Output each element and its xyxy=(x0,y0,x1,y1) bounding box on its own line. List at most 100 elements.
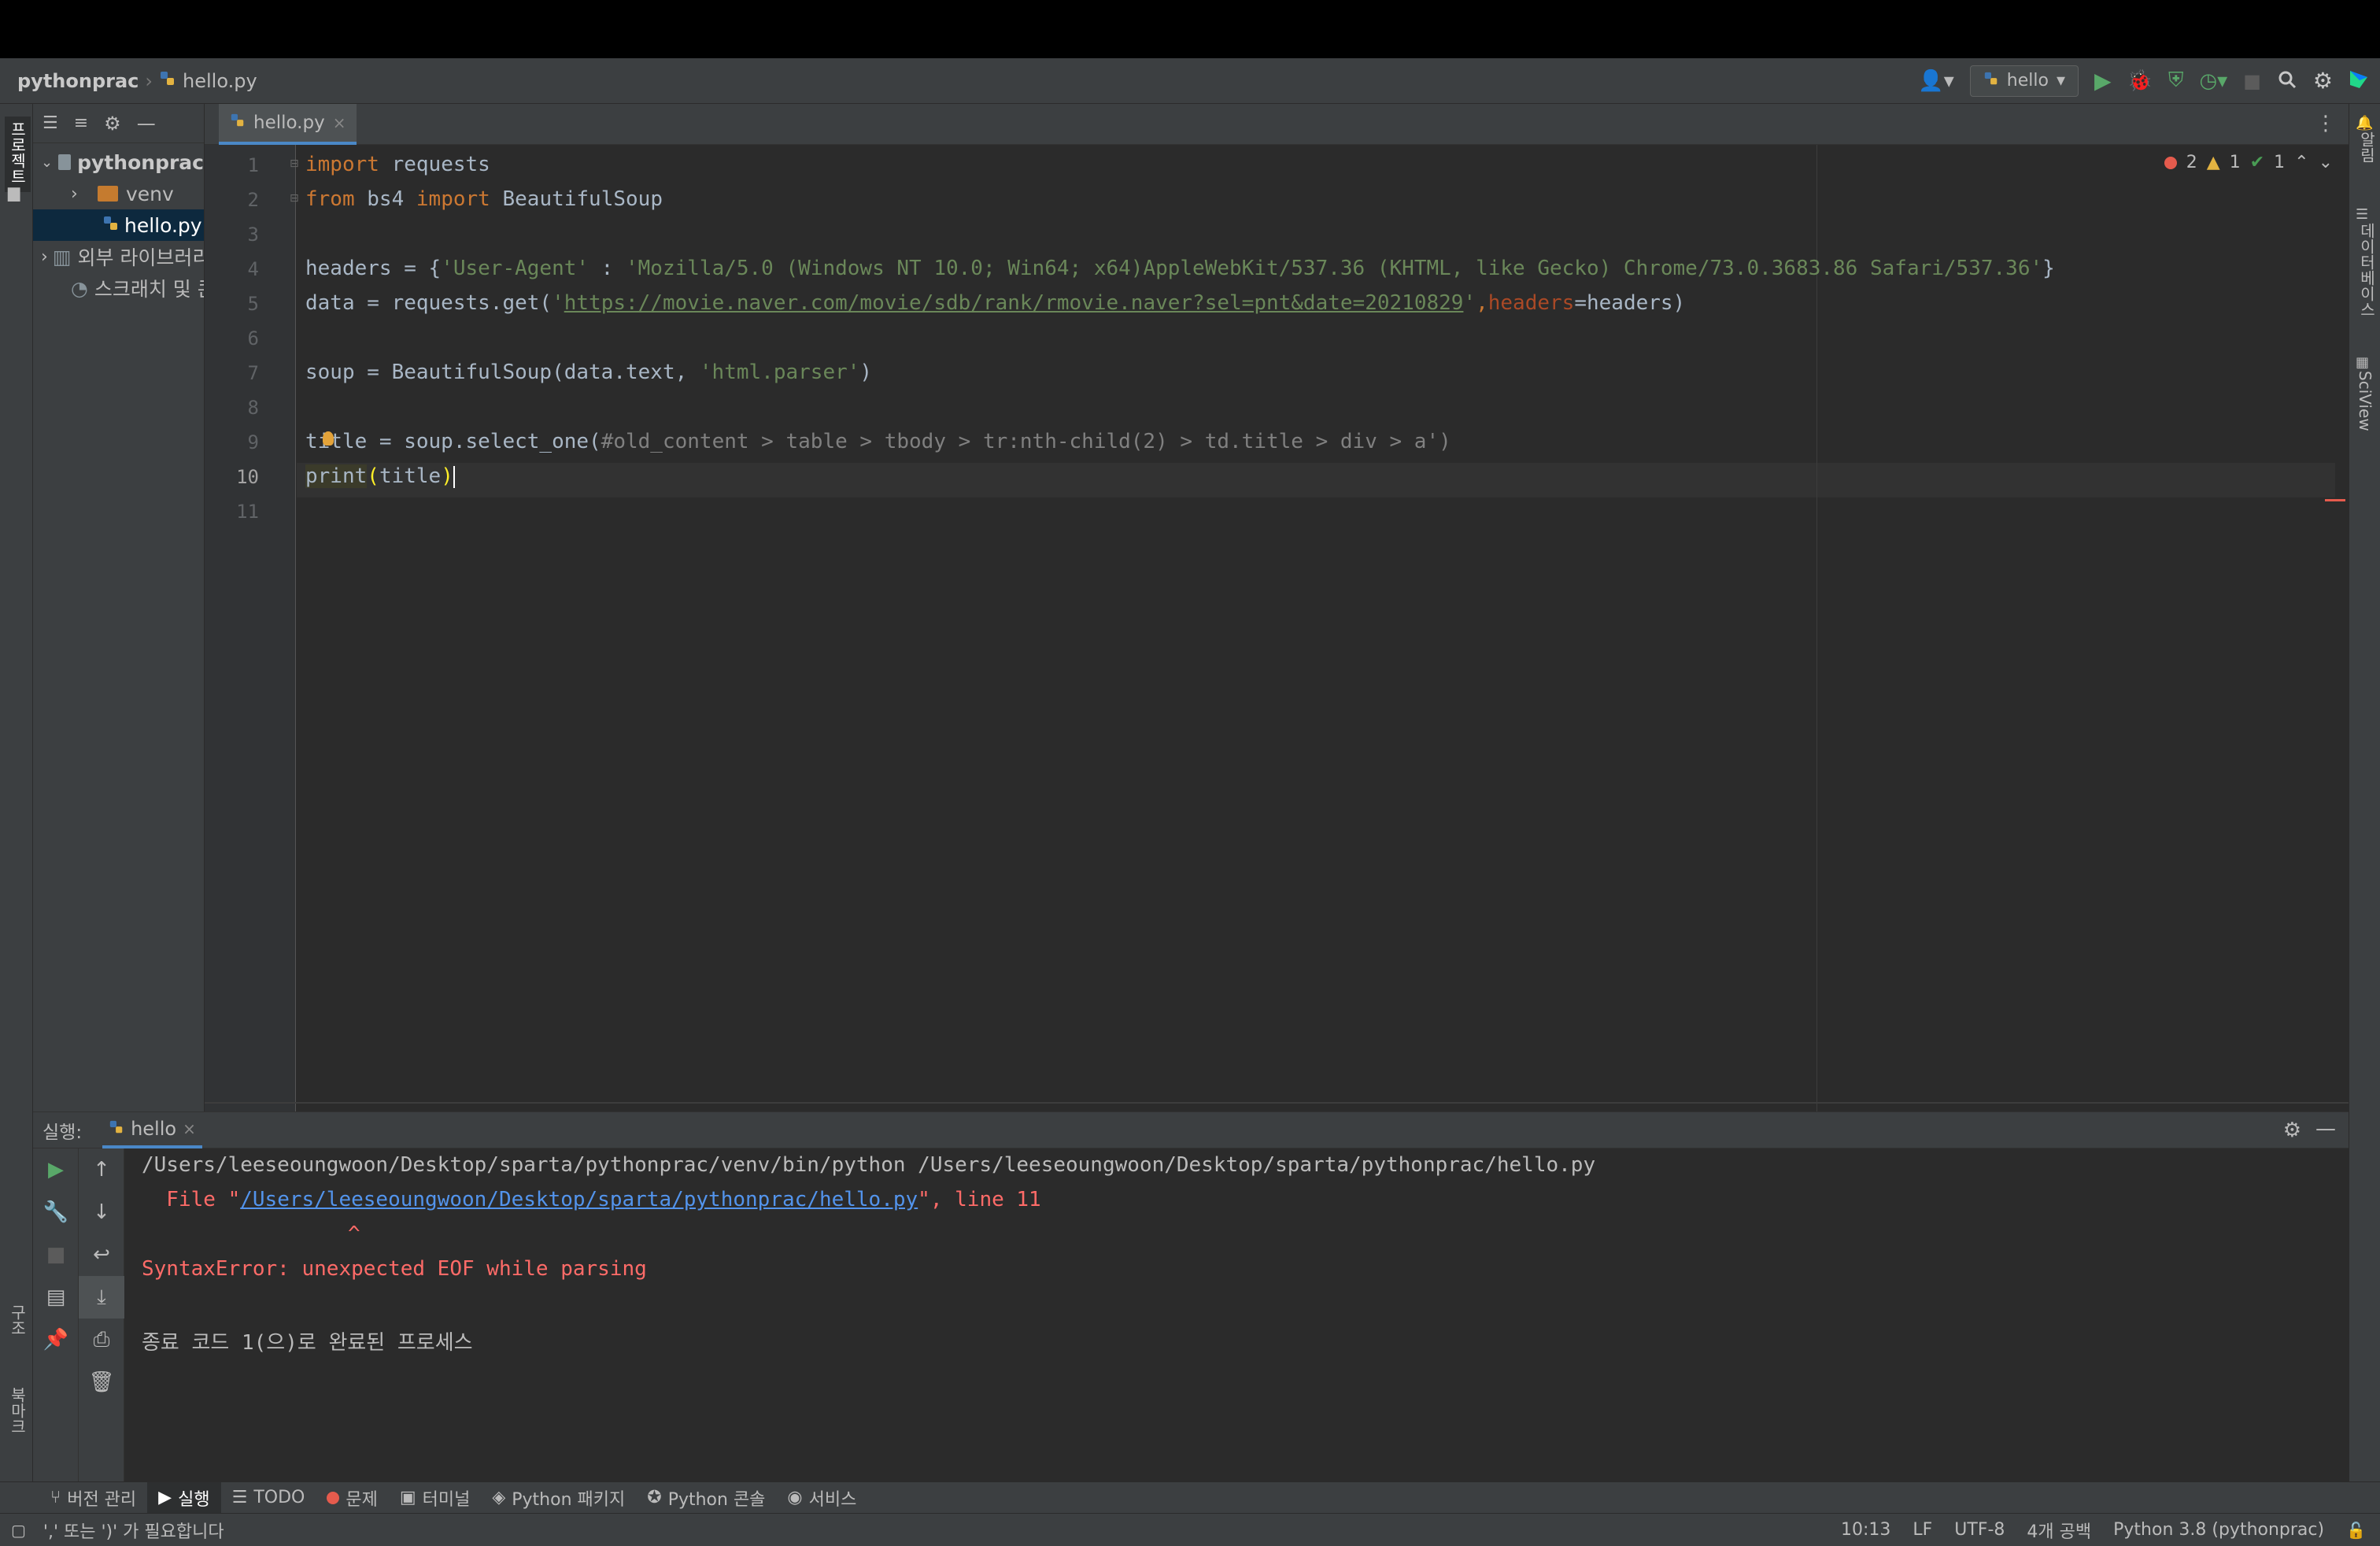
structure-tool-window-button[interactable]: 구조 xyxy=(6,1304,29,1339)
run-panel-title: 실행: xyxy=(42,1122,83,1143)
layout-icon[interactable]: ▤ xyxy=(33,1276,79,1319)
fold-marker-icon[interactable]: ⊟ xyxy=(290,157,299,170)
tab-run[interactable]: ▶ 실행 xyxy=(147,1481,221,1514)
code-url-link[interactable]: https://movie.naver.com/movie/sdb/rank/r… xyxy=(564,291,1464,315)
arrow-up-icon[interactable]: ↑ xyxy=(79,1148,124,1191)
settings-gear-icon[interactable]: ⚙ xyxy=(2283,1119,2301,1142)
jetbrains-icon[interactable] xyxy=(2349,69,2369,93)
close-icon[interactable]: × xyxy=(183,1119,196,1138)
gear-icon[interactable]: ⚙ xyxy=(104,113,121,135)
horizontal-scrollbar[interactable] xyxy=(205,1102,2349,1104)
file-encoding[interactable]: UTF-8 xyxy=(1954,1520,2005,1540)
code-line-4[interactable]: headers = {'User-Agent' : 'Mozilla/5.0 (… xyxy=(305,257,2055,280)
code-line-10[interactable]: print(title) xyxy=(305,464,455,488)
tab-python-console[interactable]: ✪ Python 콘솔 xyxy=(636,1482,776,1514)
branch-icon: ⑂ xyxy=(50,1488,61,1507)
code-line-9[interactable]: title = soup.select_one(#old_content > t… xyxy=(305,430,1451,453)
caret-position[interactable]: 10:13 xyxy=(1841,1520,1890,1540)
folder-icon: ▆ xyxy=(8,183,20,202)
close-icon[interactable]: × xyxy=(333,113,346,132)
warning-icon: ▲ xyxy=(2206,153,2220,172)
hide-icon[interactable]: — xyxy=(2315,1117,2336,1141)
scroll-to-end-icon[interactable]: ⤓ xyxy=(79,1276,124,1319)
chevron-down-icon[interactable]: ⌄ xyxy=(2319,153,2333,172)
editor-tab-hello-py[interactable]: hello.py × xyxy=(219,104,357,145)
pin-icon[interactable]: 📌 xyxy=(33,1319,79,1361)
code-line-5[interactable]: data = requests.get('https://movie.naver… xyxy=(305,291,1685,315)
line-number: 7 xyxy=(247,362,259,384)
arrow-down-icon[interactable]: ↓ xyxy=(79,1191,124,1233)
settings-gear-icon[interactable]: ⚙ xyxy=(2313,68,2333,94)
collapse-all-icon[interactable]: ≡ xyxy=(74,113,88,133)
tree-item-scratches[interactable]: ◔ 스크래치 및 콘솔 xyxy=(33,272,204,304)
tab-version-control[interactable]: ⑂ 버전 관리 xyxy=(39,1482,147,1514)
tab-python-packages[interactable]: ◈ Python 패키지 xyxy=(481,1482,636,1514)
code-line-2[interactable]: from bs4 import BeautifulSoup xyxy=(305,187,663,211)
python-interpreter[interactable]: Python 3.8 (pythonprac) xyxy=(2113,1520,2324,1540)
run-tab-hello[interactable]: hello × xyxy=(102,1112,202,1148)
line-number: 4 xyxy=(247,258,259,280)
navigation-bar: pythonprac › hello.py 👤▾ hello ▾ ▶ 🐞 ⛨ ◷… xyxy=(0,58,2380,104)
run-tab-label: hello xyxy=(131,1117,177,1140)
tab-todo[interactable]: ☰ TODO xyxy=(221,1482,316,1514)
tab-problems[interactable]: 문제 xyxy=(316,1482,388,1514)
print-icon[interactable]: ⎙ xyxy=(79,1319,124,1361)
inspection-widget[interactable]: 2 ▲ 1 ✔ 1 ⌃ ⌄ xyxy=(2164,153,2333,172)
services-icon: ◉ xyxy=(787,1488,803,1507)
indent-setting[interactable]: 4개 공백 xyxy=(2027,1518,2091,1543)
fold-marker-icon[interactable]: ⊟ xyxy=(290,192,299,205)
search-icon[interactable] xyxy=(2277,69,2297,93)
code-line-7[interactable]: soup = BeautifulSoup(data.text, 'html.pa… xyxy=(305,361,872,384)
bookmarks-tool-window-button[interactable]: 북마크 xyxy=(6,1387,29,1437)
tree-item-venv[interactable]: › venv xyxy=(33,178,204,209)
right-margin-guide xyxy=(1816,145,1817,1111)
tree-item-hello-py[interactable]: hello.py xyxy=(33,209,204,241)
chevron-right-icon: › xyxy=(41,246,48,267)
wrench-icon[interactable]: 🔧 xyxy=(33,1191,79,1233)
chevron-right-icon: › xyxy=(71,183,78,204)
sciview-tool-button[interactable]: ▦ SciView xyxy=(2356,354,2380,435)
hide-icon[interactable]: — xyxy=(137,113,156,135)
tree-item-external-libraries[interactable]: › ▥ 외부 라이브러리 xyxy=(33,241,204,272)
database-tool-button[interactable]: ☰ 데이터베이스 xyxy=(2356,206,2380,320)
console-file-link[interactable]: /Users/leeseoungwoon/Desktop/sparta/pyth… xyxy=(240,1188,918,1211)
coverage-icon[interactable]: ⛨ xyxy=(2168,68,2184,93)
stop-icon[interactable]: ■ xyxy=(33,1233,79,1276)
tab-terminal[interactable]: ▣ 터미널 xyxy=(389,1482,482,1514)
chevron-right-icon: › xyxy=(145,69,153,92)
run-tool-window: 실행: hello × ⚙ — ▶ 🔧 ■ ▤ 📌 ↑ ↓ ↩ ⤓ ⎙ 🗑 /U… xyxy=(33,1111,2349,1482)
intention-bulb-icon[interactable] xyxy=(323,431,334,446)
user-icon[interactable]: 👤▾ xyxy=(1918,69,1953,93)
code-line-1[interactable]: import requests xyxy=(305,153,490,176)
trash-icon[interactable]: 🗑 xyxy=(79,1361,124,1404)
console-exit-line: 종료 코드 1(으)로 완료된 프로세스 xyxy=(142,1331,473,1355)
run-console-output[interactable]: /Users/leeseoungwoon/Desktop/sparta/pyth… xyxy=(142,1148,2349,1481)
run-config-dropdown[interactable]: hello ▾ xyxy=(1969,65,2079,97)
rerun-icon[interactable]: ▶ xyxy=(33,1148,79,1191)
stop-icon[interactable]: ■ xyxy=(2243,70,2261,92)
project-toolbar: ☰ ≡ ⚙ — xyxy=(33,104,204,143)
run-icon: ▶ xyxy=(158,1488,172,1507)
more-options-icon[interactable]: ⋮ xyxy=(2315,112,2336,135)
tree-item-project-root[interactable]: ⌄ pythonprac xyxy=(33,146,204,178)
error-count: 2 xyxy=(2186,153,2197,172)
error-icon xyxy=(2164,156,2177,169)
tab-services[interactable]: ◉ 서비스 xyxy=(776,1482,867,1514)
soft-wrap-icon[interactable]: ↩ xyxy=(79,1233,124,1276)
debug-icon[interactable]: 🐞 xyxy=(2127,69,2153,93)
chevron-up-icon[interactable]: ⌃ xyxy=(2294,153,2308,172)
run-icon[interactable]: ▶ xyxy=(2094,68,2112,94)
breadcrumb-file[interactable]: hello.py xyxy=(183,70,257,92)
line-number: 11 xyxy=(236,501,259,523)
bell-icon: 🔔 xyxy=(2356,115,2374,131)
notifications-tool-button[interactable]: 🔔 알림 xyxy=(2356,115,2380,166)
toggle-panels-icon[interactable]: ▢ xyxy=(11,1521,26,1540)
lock-icon[interactable]: 🔓 xyxy=(2346,1521,2366,1540)
project-tool-window-button[interactable]: 프로젝트 xyxy=(5,117,31,192)
line-separator[interactable]: LF xyxy=(1913,1520,1932,1540)
error-stripe-mark[interactable] xyxy=(2325,499,2345,501)
terminal-icon: ▣ xyxy=(399,1488,416,1507)
profile-icon[interactable]: ◷▾ xyxy=(2199,69,2227,93)
expand-all-icon[interactable]: ☰ xyxy=(42,113,58,133)
breadcrumb-project[interactable]: pythonprac xyxy=(17,70,139,92)
